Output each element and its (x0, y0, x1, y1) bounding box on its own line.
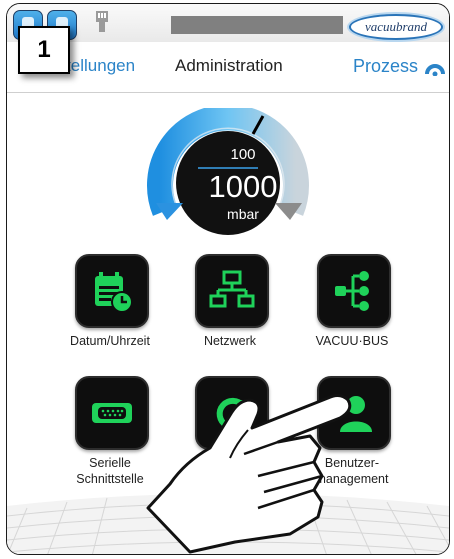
gauge-unit: mbar (227, 206, 259, 222)
calendar-clock-icon (95, 272, 133, 313)
vacuu-bus-icon (335, 271, 369, 311)
network-tile[interactable] (195, 254, 269, 328)
vacuu-bus-tile[interactable] (317, 254, 391, 328)
pointing-hand-icon (146, 393, 352, 554)
serial-port-icon (92, 403, 132, 423)
datetime-label: Datum/Uhrzeit (70, 334, 150, 348)
vacuubrand-logo: vacuubrand (349, 14, 443, 40)
gauge-pressure-value: 1000 (208, 169, 278, 204)
status-message-field (171, 16, 343, 34)
tab-bar: Einstellungen Administration Prozess (7, 44, 449, 93)
gauge-setpoint: 100 (230, 146, 256, 163)
lan-port-icon (96, 11, 108, 32)
network-label: Netzwerk (203, 334, 257, 348)
process-status-icon (425, 64, 445, 76)
datetime-tile[interactable] (75, 254, 149, 328)
step-number-badge: 1 (18, 26, 70, 74)
tab-process[interactable]: Prozess (353, 56, 418, 77)
network-icon (209, 270, 255, 308)
status-bar: vacuubrand (7, 4, 449, 42)
serial-interface-tile[interactable] (75, 376, 149, 450)
vacuu-bus-label: VACUU·BUS (315, 334, 389, 348)
tab-administration[interactable]: Administration (175, 56, 283, 76)
